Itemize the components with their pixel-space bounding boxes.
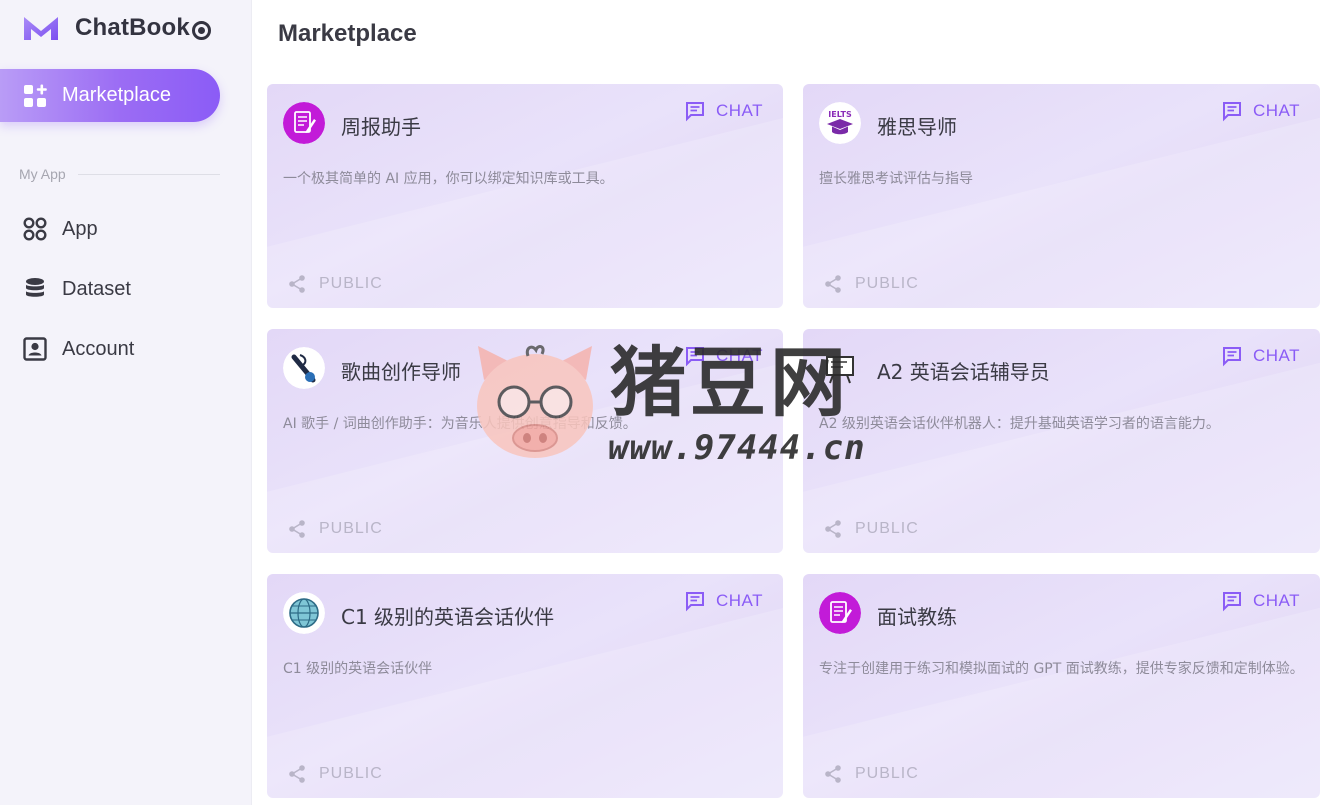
page-title: Marketplace	[278, 20, 417, 47]
chat-label: CHAT	[1252, 591, 1300, 610]
visibility-badge: PUBLIC	[823, 764, 919, 784]
sidebar-item-label: Dataset	[62, 277, 131, 300]
document-edit-icon	[819, 592, 861, 634]
card-description: AI 歌手 / 词曲创作助手：为音乐人提供创意指导和反馈。	[283, 416, 637, 432]
card-description: C1 级别的英语会话伙伴	[283, 661, 433, 677]
chat-button[interactable]: CHAT	[1221, 345, 1300, 367]
card-title: 面试教练	[877, 605, 957, 629]
share-icon	[289, 520, 305, 538]
chat-button[interactable]: CHAT	[1221, 100, 1300, 122]
database-icon	[22, 276, 48, 302]
share-icon	[289, 275, 305, 293]
sidebar-item-label: Account	[62, 337, 135, 360]
card-title: C1 级别的英语会话伙伴	[341, 605, 555, 629]
card-description: A2 级别英语会话伙伴机器人：提升基础英语学习者的语言能力。	[819, 416, 1220, 432]
globe-icon	[283, 592, 325, 634]
sidebar-item-label: Marketplace	[62, 84, 171, 106]
share-icon	[289, 765, 305, 783]
apps-icon	[22, 216, 48, 242]
card-title: 雅思导师	[877, 115, 957, 139]
board-icon	[819, 347, 861, 389]
public-label: PUBLIC	[319, 765, 383, 782]
visibility-badge: PUBLIC	[287, 764, 383, 784]
share-icon	[825, 765, 841, 783]
public-label: PUBLIC	[319, 520, 383, 537]
chat-label: CHAT	[715, 346, 763, 365]
chat-label: CHAT	[1252, 101, 1300, 120]
account-box-icon	[22, 336, 48, 362]
visibility-badge: PUBLIC	[287, 274, 383, 294]
app-card[interactable]: 面试教练 CHAT 专注于创建用于练习和模拟面试的 GPT 面试教练，提供专家反…	[803, 574, 1320, 798]
card-title: 周报助手	[341, 115, 421, 139]
public-label: PUBLIC	[855, 275, 919, 292]
app-card[interactable]: C1 级别的英语会话伙伴 CHAT C1 级别的英语会话伙伴 PUBLIC	[267, 574, 783, 798]
app-card[interactable]: 歌曲创作导师 CHAT AI 歌手 / 词曲创作助手：为音乐人提供创意指导和反馈…	[267, 329, 783, 553]
section-my-app: My App	[19, 166, 220, 182]
card-description: 擅长雅思考试评估与指导	[819, 171, 973, 187]
card-title: 歌曲创作导师	[341, 360, 461, 384]
sidebar-item-account[interactable]: Account	[22, 332, 222, 366]
sidebar: ChatBook Marketplace My App App Dataset …	[0, 0, 252, 805]
visibility-badge: PUBLIC	[823, 519, 919, 539]
visibility-badge: PUBLIC	[287, 519, 383, 539]
chat-icon	[685, 347, 704, 367]
public-label: PUBLIC	[855, 520, 919, 537]
chat-icon	[1222, 347, 1241, 367]
sidebar-item-dataset[interactable]: Dataset	[22, 272, 222, 306]
chat-button[interactable]: CHAT	[684, 590, 763, 612]
card-description: 一个极其简单的 AI 应用，你可以绑定知识库或工具。	[283, 171, 614, 187]
main-content: Marketplace 周报助手 CHAT 一个极其简单的 AI 应用，你可以绑…	[252, 0, 1336, 805]
document-edit-icon	[283, 102, 325, 144]
share-icon	[825, 275, 841, 293]
logo-record-icon	[191, 20, 211, 40]
chat-icon	[685, 102, 704, 122]
sidebar-item-marketplace[interactable]: Marketplace	[0, 69, 220, 122]
chat-label: CHAT	[715, 101, 763, 120]
app-card[interactable]: IELTS 雅思导师 CHAT 擅长雅思考试评估与指导 PUBLIC	[803, 84, 1320, 308]
logo-m-icon	[24, 17, 58, 40]
music-note-icon	[283, 347, 325, 389]
section-divider	[77, 173, 220, 175]
visibility-badge: PUBLIC	[823, 274, 919, 294]
svg-text:IELTS: IELTS	[828, 110, 852, 119]
app-card[interactable]: 周报助手 CHAT 一个极其简单的 AI 应用，你可以绑定知识库或工具。 PUB…	[267, 84, 783, 308]
chat-label: CHAT	[1252, 346, 1300, 365]
sidebar-item-app[interactable]: App	[22, 212, 222, 246]
public-label: PUBLIC	[319, 275, 383, 292]
chat-icon	[1222, 102, 1241, 122]
grid-plus-icon	[22, 83, 48, 109]
chat-button[interactable]: CHAT	[684, 345, 763, 367]
app-card[interactable]: A2 英语会话辅导员 CHAT A2 级别英语会话伙伴机器人：提升基础英语学习者…	[803, 329, 1320, 553]
card-description: 专注于创建用于练习和模拟面试的 GPT 面试教练，提供专家反馈和定制体验。	[819, 661, 1304, 677]
app-logo[interactable]: ChatBook	[22, 14, 211, 42]
chat-icon	[1222, 592, 1241, 612]
section-label-text: My App	[19, 166, 66, 182]
chat-icon	[685, 592, 704, 612]
card-title: A2 英语会话辅导员	[877, 360, 1050, 384]
app-name: ChatBook	[75, 14, 190, 41]
chat-button[interactable]: CHAT	[1221, 590, 1300, 612]
share-icon	[825, 520, 841, 538]
chat-label: CHAT	[715, 591, 763, 610]
ielts-cap-icon: IELTS	[819, 102, 861, 144]
sidebar-item-label: App	[62, 217, 98, 240]
chat-button[interactable]: CHAT	[684, 100, 763, 122]
public-label: PUBLIC	[855, 765, 919, 782]
